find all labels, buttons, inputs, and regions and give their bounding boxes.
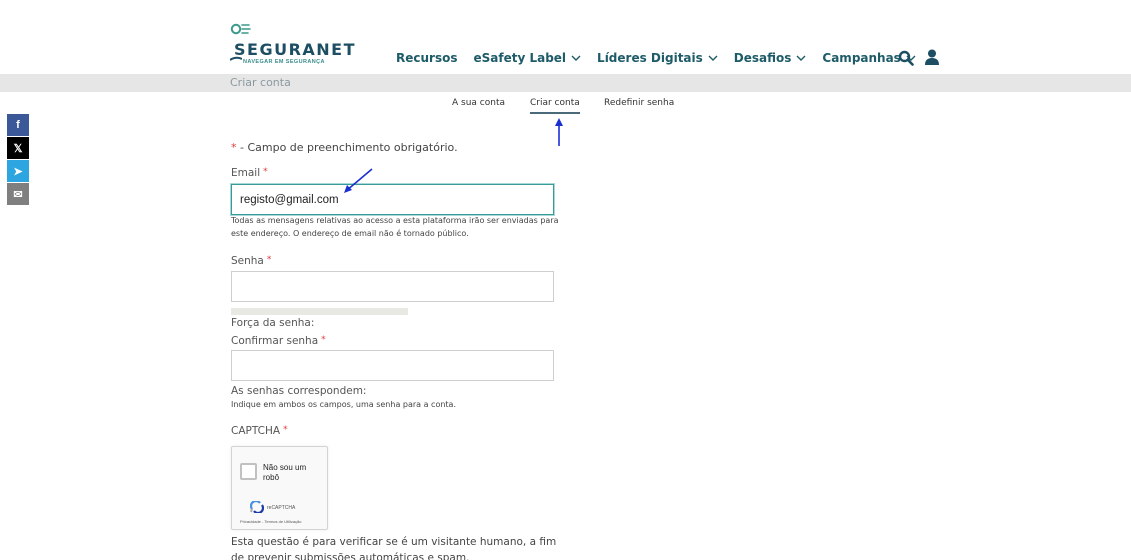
recaptcha-widget: Não sou um robô reCAPTCHA Privacidade - … <box>231 446 328 530</box>
tab-criar-conta[interactable]: Criar conta <box>530 98 580 114</box>
facebook-icon[interactable]: f <box>7 114 29 136</box>
nav-item-label: Líderes Digitais <box>597 51 703 65</box>
password-label-text: Senha <box>231 255 264 267</box>
password-help: Indique em ambos os campos, uma senha pa… <box>231 400 456 409</box>
nav-item-label: Recursos <box>396 51 458 65</box>
confirm-password-label: Confirmar senha * <box>231 335 326 347</box>
password-label: Senha * <box>231 255 271 267</box>
email-icon[interactable]: ✉ <box>7 183 29 205</box>
nav-item-label: Desafios <box>733 51 792 65</box>
main-nav: Recursos eSafety Label Líderes Digitais Des… <box>396 51 916 65</box>
recaptcha-icon <box>250 501 264 513</box>
required-note: * - Campo de preenchimento obrigatório. <box>231 141 458 154</box>
nav-item-label: eSafety Label <box>473 51 567 65</box>
logo-tagline: NAVEGAR EM SEGURANÇA <box>243 59 325 65</box>
tab-a-sua-conta[interactable]: A sua conta <box>452 98 505 108</box>
logo-name: SEGURANET <box>234 40 357 59</box>
nav-item-l-deres-digitais[interactable]: Líderes Digitais <box>597 51 718 65</box>
required-star: * <box>321 335 326 345</box>
captcha-label: CAPTCHA * <box>231 425 288 437</box>
password-strength-bar <box>231 308 408 315</box>
required-note-text: - Campo de preenchimento obrigatório. <box>236 141 458 154</box>
email-label-text: Email <box>231 167 261 179</box>
recaptcha-checkbox[interactable] <box>240 463 257 480</box>
captcha-description: Esta questão é para verificar se é um vi… <box>231 536 557 560</box>
user-icon[interactable] <box>924 49 940 66</box>
nav-item-recursos[interactable]: Recursos <box>396 51 457 65</box>
confirm-password-field[interactable] <box>231 350 554 381</box>
x-icon[interactable]: 𝕏 <box>7 137 29 159</box>
share-rail: f 𝕏 ➤ ✉ <box>7 114 29 206</box>
logo-swoosh-icon <box>230 56 242 61</box>
password-match-label: As senhas correspondem: <box>231 385 367 397</box>
annotation-arrow-email-icon <box>344 168 373 193</box>
nav-item-desafios[interactable]: Desafios <box>734 51 807 65</box>
email-help: Todas as mensagens relativas ao acesso a… <box>231 216 559 238</box>
confirm-password-label-text: Confirmar senha <box>231 335 319 347</box>
account-tabs: A sua conta Criar conta Redefinir senha <box>0 92 1131 118</box>
captcha-label-text: CAPTCHA <box>231 425 281 437</box>
required-star: * <box>263 167 268 177</box>
tab-redefinir-senha[interactable]: Redefinir senha <box>604 98 674 108</box>
nav-item-label: Campanhas <box>822 51 901 65</box>
recaptcha-brand: reCAPTCHA <box>267 505 296 511</box>
email-field[interactable] <box>231 184 554 215</box>
page-title: Criar conta <box>230 76 291 89</box>
telegram-icon[interactable]: ➤ <box>7 160 29 182</box>
required-star: * <box>266 255 272 265</box>
required-star: * <box>283 425 288 435</box>
password-field[interactable] <box>231 271 554 302</box>
email-label: Email * <box>231 167 268 179</box>
site-logo[interactable]: SEGURANET NAVEGAR EM SEGURANÇA <box>230 22 355 66</box>
breadcrumb: Criar conta <box>0 74 1131 92</box>
site-header: SEGURANET NAVEGAR EM SEGURANÇA Recursos e… <box>0 0 1131 74</box>
logo-waves-icon <box>230 23 251 35</box>
nav-item-esafety-label[interactable]: eSafety Label <box>473 51 581 65</box>
search-icon[interactable] <box>898 50 914 66</box>
password-strength-label: Força da senha: <box>231 317 315 329</box>
chevron-down-icon <box>708 55 718 61</box>
annotation-arrow-tab-icon <box>555 118 563 146</box>
chevron-down-icon <box>796 55 806 61</box>
recaptcha-links[interactable]: Privacidade - Termos de Utilização <box>240 519 302 524</box>
chevron-down-icon <box>571 55 581 61</box>
recaptcha-checkbox-label: Não sou um robô <box>263 463 307 482</box>
